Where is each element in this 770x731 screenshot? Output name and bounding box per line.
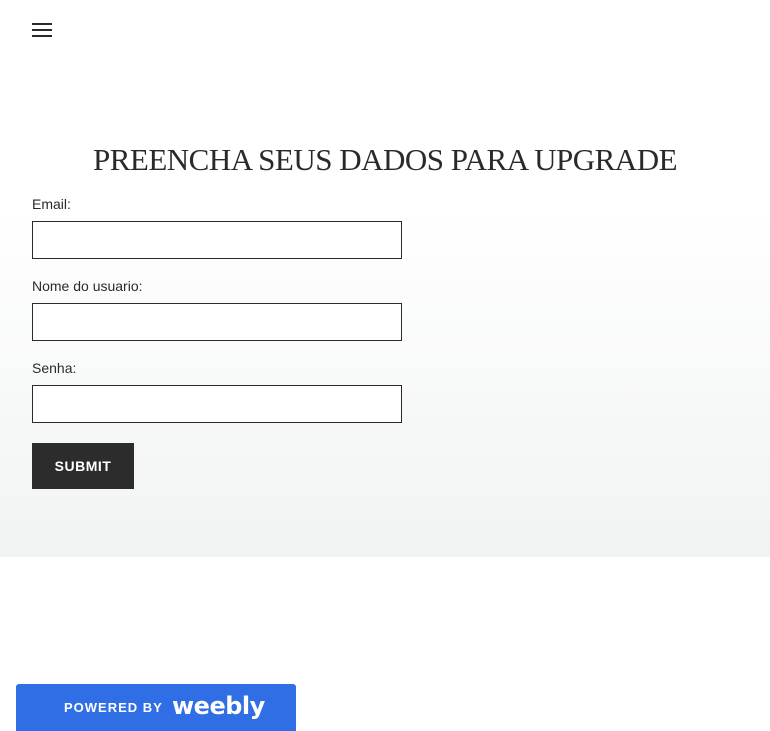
upgrade-form-section: PREENCHA SEUS DADOS PARA UPGRADE Email: … [0,60,770,557]
username-label: Nome do usuario: [32,278,143,294]
powered-by-weebly-badge[interactable]: POWERED BY weebly [16,684,296,731]
submit-button[interactable]: SUBMIT [32,443,134,489]
hamburger-line [32,35,52,37]
hamburger-line [32,23,52,25]
form-title: PREENCHA SEUS DADOS PARA UPGRADE [92,142,678,177]
hamburger-menu-icon[interactable] [32,23,52,37]
email-field[interactable] [32,221,402,259]
powered-by-text: POWERED BY [64,700,163,715]
weebly-logo: weebly [172,692,265,720]
email-label: Email: [32,196,71,212]
hamburger-line [32,29,52,31]
password-label: Senha: [32,360,77,376]
username-field[interactable] [32,303,402,341]
top-navigation-bar [0,0,770,60]
password-field[interactable] [32,385,402,423]
